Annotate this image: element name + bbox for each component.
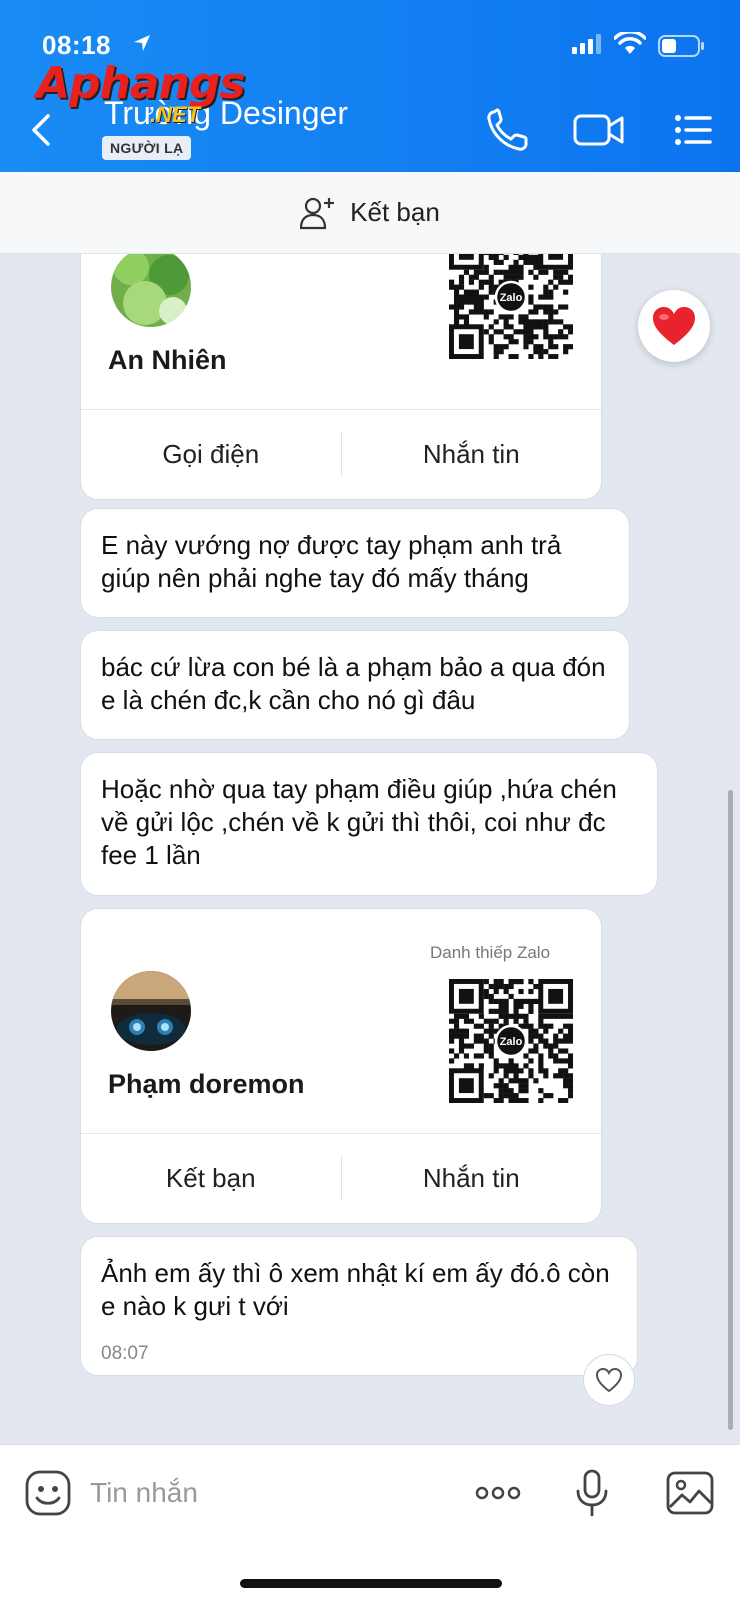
contact-card[interactable]: An Nhiên Zalo Gọi điện Nhắn tin <box>80 254 602 500</box>
cellular-signal-icon <box>572 34 601 54</box>
scrollbar[interactable] <box>728 790 733 1430</box>
zalo-logo-text: Zalo <box>500 1036 523 1048</box>
message-button[interactable]: Nhắn tin <box>342 1134 602 1223</box>
heart-icon <box>653 307 695 345</box>
back-button[interactable] <box>22 110 62 150</box>
avatar[interactable] <box>111 254 191 327</box>
zalo-logo-text: Zalo <box>500 292 523 304</box>
qr-code[interactable]: Zalo <box>449 254 573 359</box>
avatar[interactable] <box>111 971 191 1051</box>
message-text: E này vướng nợ được tay phạm anh trả giú… <box>101 530 562 593</box>
watermark-logo: Aphangs .NET <box>36 58 246 127</box>
message-button[interactable]: Nhắn tin <box>342 410 602 499</box>
message-bubble[interactable]: E này vướng nợ được tay phạm anh trả giú… <box>80 508 630 618</box>
chat-messages[interactable]: An Nhiên Zalo Gọi điện Nhắn tin E này vư… <box>0 254 740 1444</box>
message-input-bar <box>0 1444 740 1600</box>
message-text: Ảnh em ấy thì ô xem nhật kí em ấy đó.ô c… <box>101 1258 610 1321</box>
message-text: bác cứ lừa con bé là a phạm bảo a qua đó… <box>101 652 606 715</box>
add-user-icon <box>300 197 335 229</box>
message-text: Hoặc nhờ qua tay phạm điều giúp ,hứa ché… <box>101 774 617 870</box>
add-friend-button[interactable]: Kết bạn <box>81 1134 341 1223</box>
qr-code[interactable]: Zalo <box>449 979 573 1103</box>
add-friend-bar[interactable]: Kết bạn <box>0 172 740 254</box>
message-bubble[interactable]: Ảnh em ấy thì ô xem nhật kí em ấy đó.ô c… <box>80 1236 638 1376</box>
battery-icon <box>658 35 704 57</box>
card-contact-name: An Nhiên <box>108 345 227 375</box>
phone-icon[interactable] <box>482 104 538 156</box>
wifi-icon <box>614 32 646 54</box>
card-actions: Gọi điện Nhắn tin <box>81 409 601 499</box>
heart-reaction-button[interactable] <box>638 290 710 362</box>
emoji-icon[interactable] <box>22 1467 74 1519</box>
home-indicator <box>240 1579 502 1588</box>
video-camera-icon[interactable] <box>572 104 628 156</box>
microphone-icon[interactable] <box>566 1467 618 1519</box>
ellipsis-icon[interactable] <box>472 1467 524 1519</box>
status-time: 08:18 <box>42 30 111 60</box>
card-actions: Kết bạn Nhắn tin <box>81 1133 601 1223</box>
card-type-label: Danh thiếp Zalo <box>430 943 551 962</box>
message-timestamp: 08:07 <box>101 1343 149 1364</box>
message-bubble[interactable]: Hoặc nhờ qua tay phạm điều giúp ,hứa ché… <box>80 752 658 896</box>
heart-outline-icon <box>595 1367 623 1393</box>
call-button[interactable]: Gọi điện <box>81 410 341 499</box>
location-arrow-icon <box>134 35 150 51</box>
card-contact-name: Phạm doremon <box>108 1069 305 1099</box>
message-input[interactable] <box>90 1471 450 1515</box>
list-menu-icon[interactable] <box>672 104 728 156</box>
contact-card[interactable]: Danh thiếp Zalo Phạm doremon Zalo Kết bạ… <box>80 908 602 1224</box>
stranger-badge: NGƯỜI LẠ <box>102 136 192 160</box>
react-button[interactable] <box>583 1354 635 1406</box>
chat-header: 08:18 Trường Desinger NGƯỜI LẠ Aphangs .… <box>0 0 740 172</box>
add-friend-label: Kết bạn <box>350 197 440 227</box>
message-bubble[interactable]: bác cứ lừa con bé là a phạm bảo a qua đó… <box>80 630 630 740</box>
image-icon[interactable] <box>664 1467 716 1519</box>
